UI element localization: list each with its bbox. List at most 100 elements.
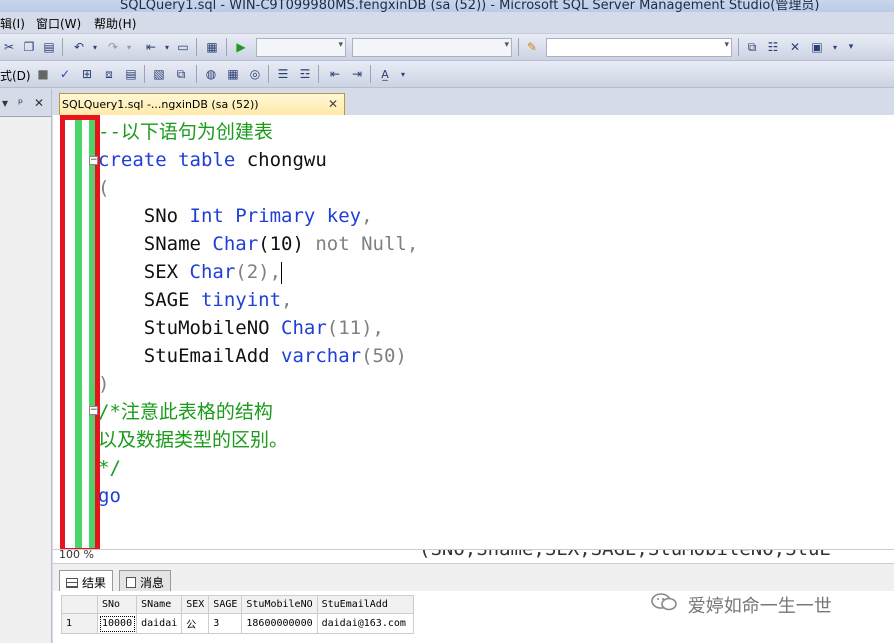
keyword: Char [281,317,327,339]
pin-icon[interactable]: ᵖ [18,96,23,110]
uncomment-icon[interactable]: ☲ [296,65,314,83]
query-options-icon[interactable]: ▤ [122,65,140,83]
toolbar-separator [62,38,63,56]
header-row: SNo SName SEX SAGE StuMobileNO StuEmailA… [61,595,414,614]
column-header[interactable]: StuMobileNO [241,595,318,614]
table-cell[interactable]: daidai@163.com [316,613,414,634]
toolbar-separator [144,65,145,83]
punctuation: (2), [235,261,282,283]
code-line-10: ) [98,373,110,395]
table-cell[interactable]: 3 [208,613,243,634]
punctuation: (11), [326,317,384,339]
code-line-13: */ [98,457,121,479]
keyword: not Null [315,233,407,255]
object-browser-icon[interactable]: ▣ [808,38,826,56]
row-number-header [61,595,98,614]
watermark-text: 爱婷如命一生一世 [687,596,832,617]
query-editor[interactable]: − − --以下语句为创建表 create table chongwu ( SN… [53,115,894,549]
toolbar-separator [738,38,739,56]
tab-sqlquery1[interactable]: SQLQuery1.sql -...ngxinDB (sa (52)) ✕ [59,93,345,115]
keyword: varchar [281,345,362,367]
specify-values-dropdown-icon[interactable]: ▾ [394,65,412,83]
results-table: SNo SName SEX SAGE StuMobileNO StuEmailA… [61,595,414,634]
platform-combo[interactable]: ▾ [352,38,512,57]
table-row[interactable]: 1 10000 daidai 公 3 18600000000 daidai@16… [61,613,414,634]
open-folder-icon[interactable]: ✎ [523,38,541,56]
tab-results-label: 结果 [82,576,107,590]
config-combo[interactable]: ▾ [256,38,346,57]
toolbar-separator [226,38,227,56]
collapse-icon[interactable]: − [89,406,98,415]
play-icon[interactable]: ▶ [232,38,250,56]
table-cell[interactable]: 18600000000 [241,613,318,634]
collapse-icon[interactable]: − [89,156,98,165]
decrease-indent-icon[interactable]: ⇤ [326,65,344,83]
toolbar-separator [318,65,319,83]
code-line-5: SName Char(10) not Null, [98,230,419,258]
grid-icon [66,578,78,588]
parse-icon[interactable]: ✓ [56,65,74,83]
include-plan-icon[interactable]: ⧉ [172,65,190,83]
properties-icon[interactable]: ☷ [764,38,782,56]
column-header[interactable]: SNo [96,595,138,614]
zoom-level[interactable]: 100 % [59,550,94,561]
column-header[interactable]: SAGE [208,595,243,614]
find-combo[interactable]: ▾ [546,38,732,57]
punctuation: (10) [258,233,316,255]
outline-guide [93,415,94,483]
wechat-icon [650,592,682,617]
keyword: Int Primary key [189,205,362,227]
menu-window[interactable]: 窗口(W) [36,15,81,32]
menu-help[interactable]: 帮助(H) [94,15,136,32]
estimated-plan-icon[interactable]: ⧈ [100,65,118,83]
watermark: 爱婷如命一生一世 [650,592,832,618]
row-number[interactable]: 1 [61,613,98,634]
code-line-14: go [98,485,121,507]
object-explorer-header: ▾ ᵖ ✕ [0,89,51,117]
keyword: Char [189,261,236,283]
comment-icon[interactable]: ☰ [274,65,292,83]
intellisense-icon[interactable]: ▧ [150,65,168,83]
image-icon[interactable]: ▦ [203,38,221,56]
results-file-icon[interactable]: ◎ [246,65,264,83]
menu-edit[interactable]: 辑(I) [0,15,25,32]
redo-dropdown-icon[interactable]: ▾ [120,38,138,56]
punctuation: (50) [361,345,407,367]
paste-icon[interactable]: ▤ [40,38,58,56]
column-header[interactable]: StuEmailAdd [316,595,414,614]
text-cursor [281,261,283,284]
stop-icon[interactable]: ■ [34,65,52,83]
identifier: SNo [98,205,190,227]
table-cell[interactable]: 公 [181,613,210,634]
copy-icon[interactable]: ❐ [20,38,38,56]
results-to-icon[interactable]: ⊞ [78,65,96,83]
solution-explorer-icon[interactable]: ⧉ [743,38,761,56]
close-pane-icon[interactable]: ✕ [34,96,44,110]
column-header[interactable]: SEX [181,595,210,614]
identifier: StuEmailAdd [98,345,282,367]
column-header[interactable]: SName [136,595,183,614]
standard-toolbar: ✂ ❐ ▤ ↶ ▾ ↷ ▾ ⇤ ▾ ▭ ▦ ▶ ▾ ▾ ✎ ▾ ⧉ ☷ ✕ ▣ … [0,34,894,61]
toolbar-separator [268,65,269,83]
highlight-annotation-box [60,115,100,549]
results-grid-icon[interactable]: ▦ [224,65,242,83]
table-cell[interactable]: daidai [136,613,183,634]
specify-values-icon[interactable]: A̲ [376,65,394,83]
tab-results[interactable]: 结果 [59,570,114,592]
outline-guide [93,165,94,387]
tab-messages[interactable]: 消息 [119,570,172,592]
cut-icon[interactable]: ✂ [0,38,18,56]
increase-indent-icon[interactable]: ⇥ [348,65,366,83]
debug-label[interactable]: 式(D) [0,67,31,84]
undo-dropdown-icon[interactable]: ▾ [86,38,104,56]
overflow-icon[interactable]: ▾ [842,38,860,56]
punctuation: , [281,289,293,311]
toolbox-icon[interactable]: ✕ [786,38,804,56]
partially-hidden-code-line: (SNO,Sname,SEX,SAGE,StuMobileNO,StuE [53,549,831,560]
pane-dropdown-icon[interactable]: ▾ [2,96,8,110]
close-tab-icon[interactable]: ✕ [328,97,338,111]
window-icon[interactable]: ▭ [174,38,192,56]
identifier: chongwu [235,149,327,171]
table-cell[interactable]: 10000 [96,613,138,634]
client-stats-icon[interactable]: ◍ [202,65,220,83]
